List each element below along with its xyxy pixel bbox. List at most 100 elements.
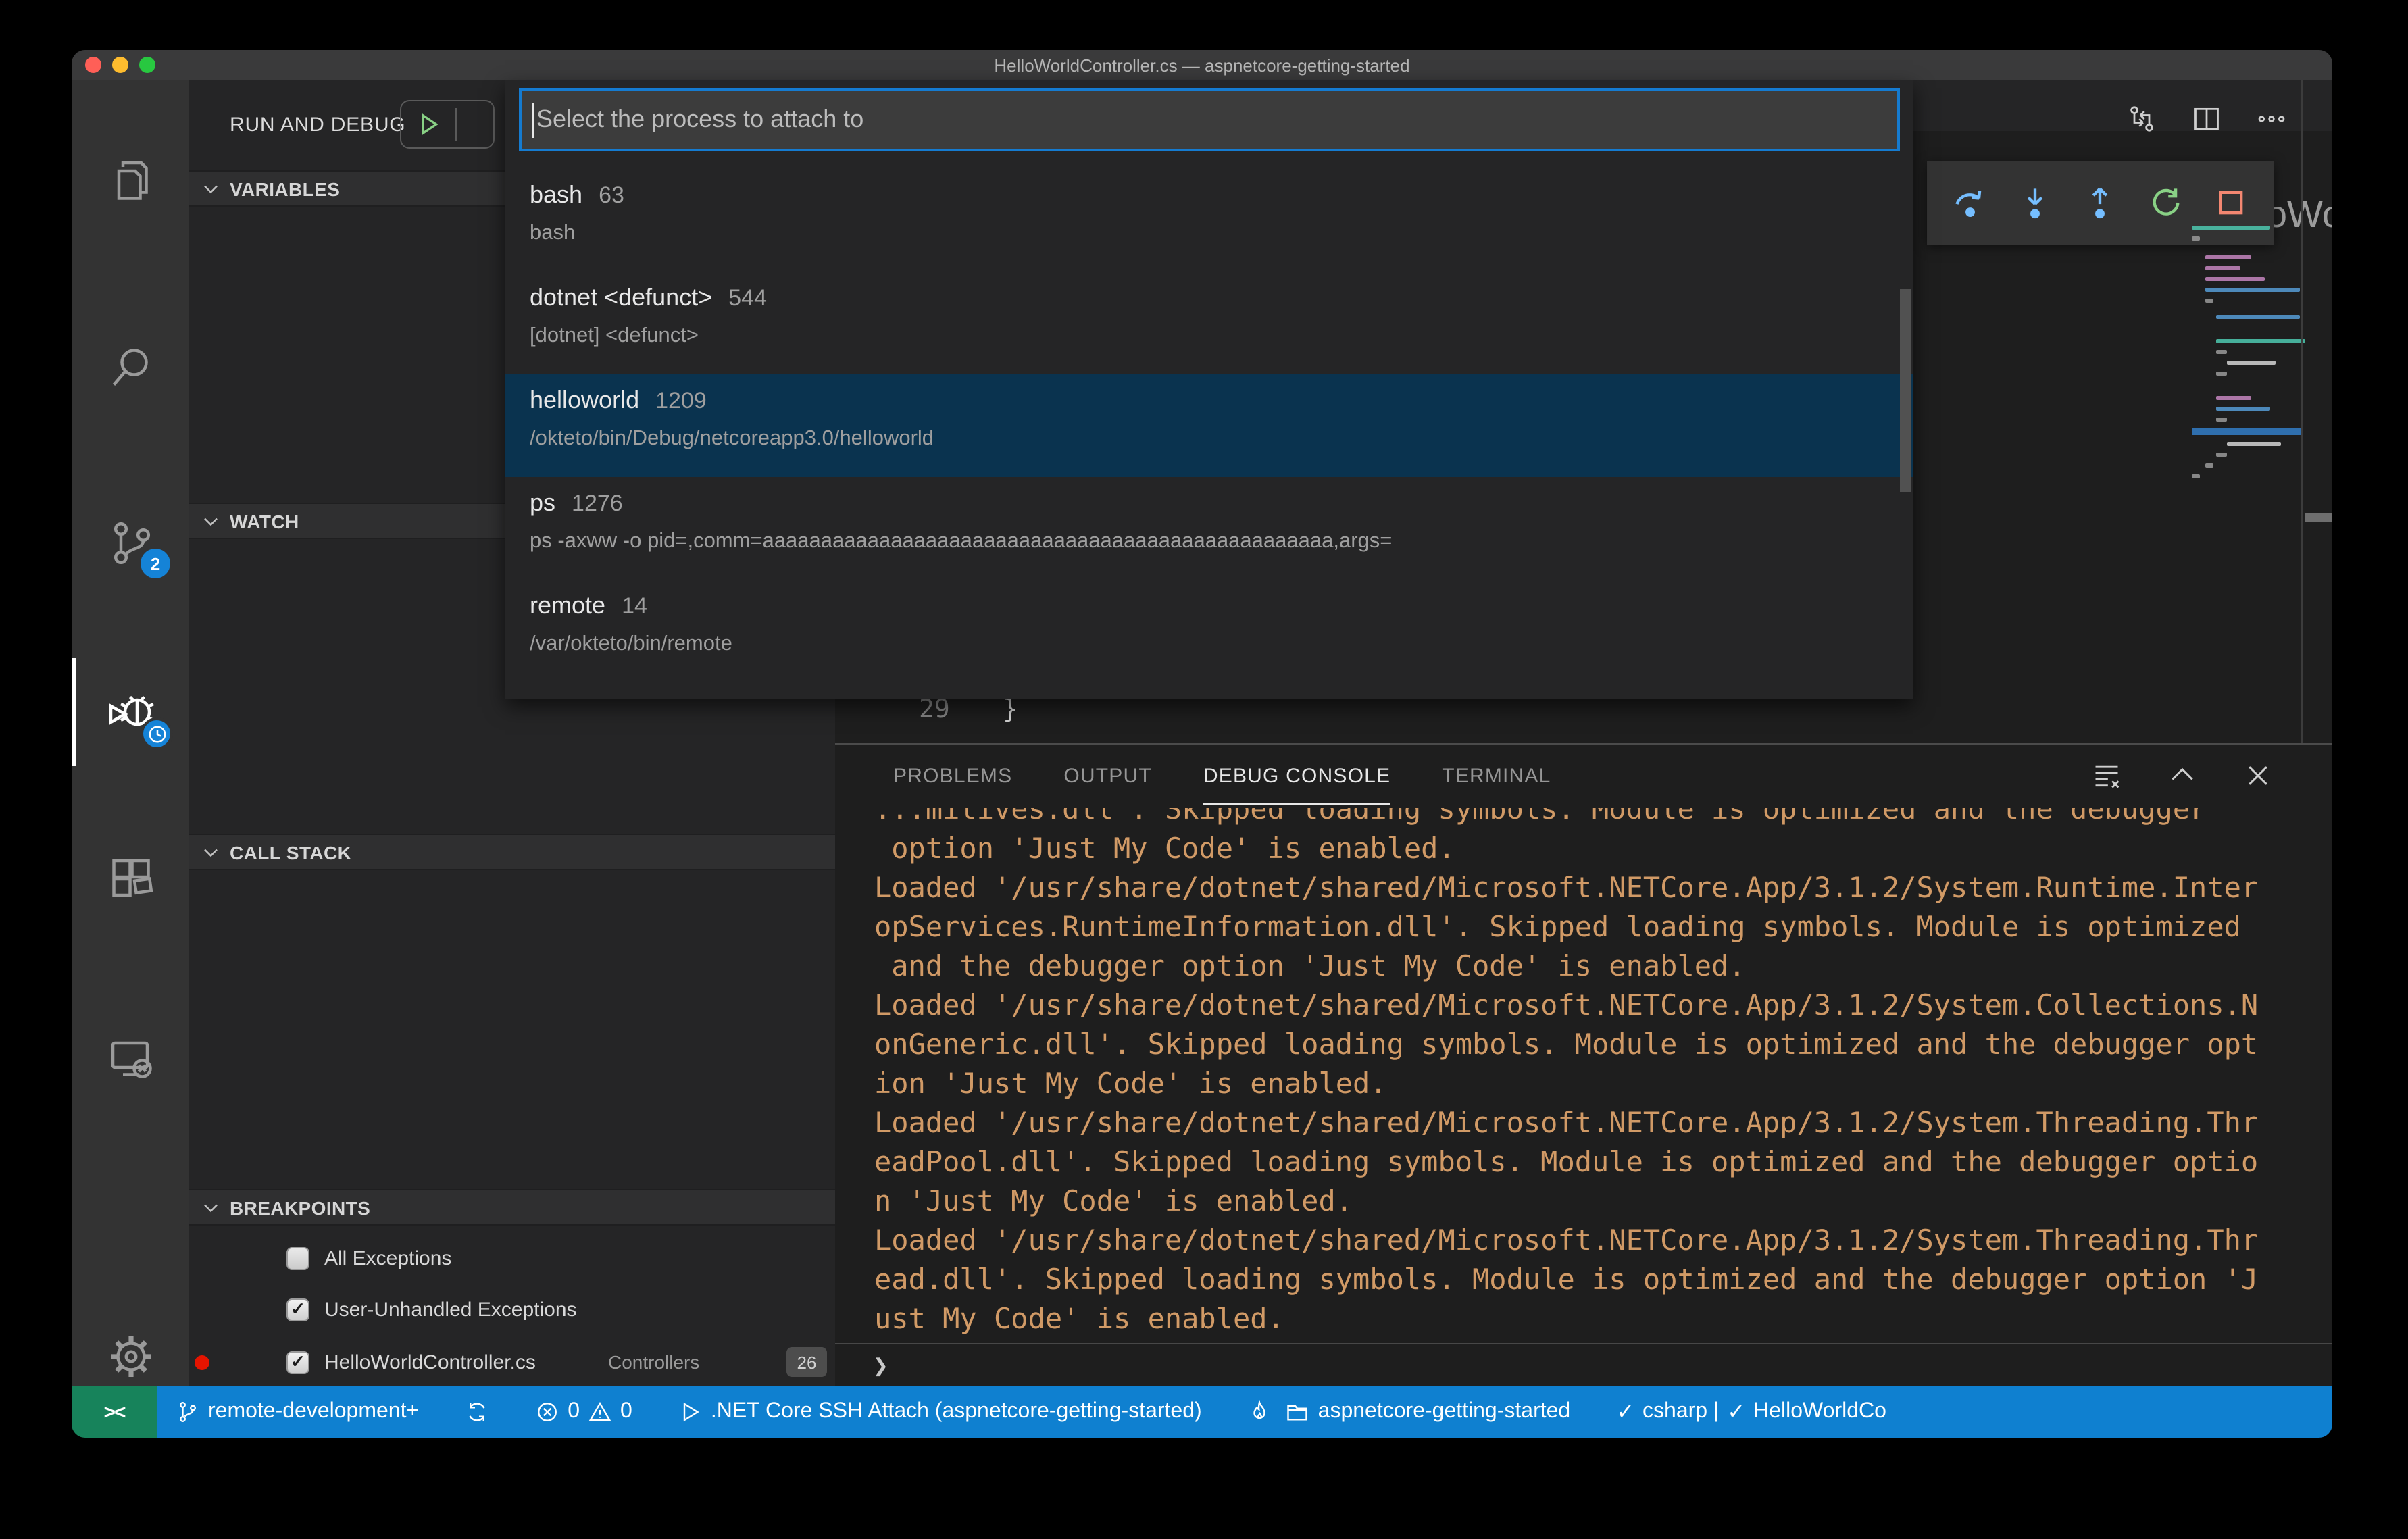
flame-icon	[1253, 1400, 1266, 1419]
chevron-down-icon	[204, 517, 218, 526]
debug-session-status-item[interactable]: .NET Core SSH Attach (aspnetcore-getting…	[678, 1400, 1202, 1424]
process-description: [dotnet] <defunct>	[530, 324, 699, 347]
editor-title-actions	[2127, 104, 2286, 134]
section-call-stack[interactable]: CALL STACK	[189, 834, 835, 870]
warning-count: 0	[620, 1400, 632, 1423]
breakpoint-location: Controllers	[608, 1351, 700, 1373]
step-over-button[interactable]	[1953, 185, 1988, 220]
maximize-panel-icon[interactable]	[2167, 761, 2197, 790]
breakpoint-row-helloworldcontroller[interactable]: ✓ HelloWorldController.cs Controllers 26	[189, 1340, 835, 1384]
breakpoint-row-user-unhandled[interactable]: ✓ User-Unhandled Exceptions	[189, 1288, 835, 1331]
debug-console-output[interactable]: ...mitives.dll'. Skipped loading symbols…	[835, 808, 2332, 1338]
console-line: ion 'Just My Code' is enabled.	[874, 1067, 1387, 1100]
process-name: bash	[530, 181, 583, 208]
checkbox-unchecked[interactable]	[286, 1246, 309, 1269]
bottom-panel: PROBLEMS OUTPUT DEBUG CONSOLE TERMINAL .…	[835, 743, 2332, 1386]
close-panel-icon[interactable]	[2243, 761, 2273, 790]
tab-problems[interactable]: PROBLEMS	[893, 745, 1012, 808]
process-name: dotnet <defunct>	[530, 284, 713, 311]
section-label: CALL STACK	[230, 841, 352, 863]
start-debugging-button[interactable]	[400, 100, 495, 149]
console-line: ead.dll'. Skipped loading symbols. Modul…	[874, 1263, 2259, 1296]
process-pid: 544	[728, 285, 767, 311]
process-item-ps[interactable]: ps 1276 ps -axww -o pid=,comm=aaaaaaaaaaa…	[505, 477, 1913, 580]
process-item-dotnet[interactable]: dotnet <defunct> 544 [dotnet] <defunct>	[505, 272, 1913, 374]
screen: HelloWorldController.cs — aspnetcore-get…	[0, 0, 2408, 1539]
breakpoint-dot	[195, 1355, 209, 1369]
clear-console-icon[interactable]	[2092, 761, 2122, 790]
sidebar-item-search[interactable]	[72, 313, 189, 422]
process-pid: 14	[622, 593, 647, 619]
folder-name: aspnetcore-getting-started	[1318, 1400, 1571, 1423]
minimap[interactable]	[2192, 226, 2305, 604]
chevron-down-icon	[204, 184, 218, 193]
checkbox-checked[interactable]: ✓	[286, 1298, 309, 1321]
scm-badge: 2	[141, 549, 170, 578]
line-number: 29	[919, 695, 950, 724]
tab-output[interactable]: OUTPUT	[1063, 745, 1152, 808]
process-description: /okteto/bin/Debug/netcoreapp3.0/hellowor…	[530, 427, 934, 450]
breakpoint-row-all-exceptions[interactable]: All Exceptions	[189, 1236, 835, 1280]
process-item-helloworld[interactable]: helloworld 1209 /okteto/bin/Debug/netcore…	[505, 374, 1913, 477]
breakpoint-label: User-Unhandled Exceptions	[324, 1298, 577, 1321]
step-out-button[interactable]	[2083, 185, 2118, 220]
errors-icon	[538, 1403, 557, 1421]
process-name: remote	[530, 592, 606, 619]
debug-console-input[interactable]: ❯	[835, 1343, 2332, 1386]
problems-status-item[interactable]: 0 0	[535, 1400, 632, 1424]
process-name: ps	[530, 489, 556, 516]
process-item-remote[interactable]: remote 14 /var/okteto/bin/remote	[505, 580, 1913, 682]
sidebar-item-extensions[interactable]	[72, 823, 189, 931]
restart-button[interactable]	[2148, 185, 2183, 220]
process-item-bash[interactable]: bash 63 bash	[505, 169, 1913, 272]
debug-play-icon	[683, 1402, 699, 1422]
debug-pending-clock-badge	[141, 717, 173, 750]
process-pid: 1276	[572, 490, 623, 516]
sync-icon	[469, 1403, 485, 1421]
language-status-item[interactable]: ✓ csharp | ✓ HelloWorldCo	[1616, 1398, 1886, 1426]
debug-session-label: .NET Core SSH Attach (aspnetcore-getting…	[710, 1400, 1202, 1423]
process-description: /var/okteto/bin/remote	[530, 632, 732, 655]
console-line: opServices.RuntimeInformation.dll'. Skip…	[874, 911, 2241, 943]
checkbox-checked[interactable]: ✓	[286, 1351, 309, 1373]
section-label: BREAKPOINTS	[230, 1196, 371, 1218]
split-editor-icon[interactable]	[2192, 104, 2222, 134]
console-line: eadPool.dll'. Skipped loading symbols. M…	[874, 1146, 2259, 1178]
quickpick-scrollbar[interactable]	[1900, 289, 1911, 492]
scrollbar-thumb[interactable]	[2305, 513, 2332, 522]
tab-terminal[interactable]: TERMINAL	[1442, 745, 1551, 808]
editor-visible-line[interactable]: 29 }	[835, 695, 2332, 735]
section-breakpoints[interactable]: BREAKPOINTS	[189, 1189, 835, 1226]
process-pid: 1209	[655, 388, 707, 413]
quickpick-input[interactable]: Select the process to attach to	[519, 88, 1900, 151]
search-icon	[111, 349, 147, 386]
explorer-icon	[116, 161, 147, 200]
language-label: csharp |	[1642, 1400, 1720, 1423]
step-into-button[interactable]	[2018, 185, 2053, 220]
line-text: }	[1003, 695, 1018, 724]
vscode-window: HelloWorldController.cs — aspnetcore-get…	[72, 50, 2332, 1438]
console-prompt-icon: ❯	[873, 1351, 888, 1381]
panel-actions	[2092, 761, 2273, 790]
stop-button[interactable]	[2213, 185, 2249, 220]
sidebar-item-source-control[interactable]: 2	[72, 489, 189, 597]
console-line: option 'Just My Code' is enabled.	[874, 832, 1455, 865]
open-changes-icon[interactable]	[2127, 104, 2157, 134]
tab-debug-console[interactable]: DEBUG CONSOLE	[1203, 745, 1390, 808]
sidebar-item-remote-explorer[interactable]	[72, 1005, 189, 1113]
chevron-down-icon	[204, 1203, 218, 1212]
sync-status-item[interactable]	[465, 1400, 489, 1424]
folder-status-item[interactable]: aspnetcore-getting-started	[1286, 1400, 1571, 1424]
more-actions-icon[interactable]	[2257, 104, 2286, 134]
branch-name: remote-development+	[208, 1400, 420, 1423]
console-line: onGeneric.dll'. Skipped loading symbols.…	[874, 1028, 2259, 1061]
sidebar-item-run-and-debug[interactable]	[72, 658, 189, 766]
settings-gear-button[interactable]	[72, 1303, 189, 1411]
process-pid: 63	[599, 182, 624, 208]
branch-status-item[interactable]: remote-development+	[176, 1400, 419, 1424]
error-count: 0	[568, 1400, 580, 1423]
section-label: VARIABLES	[230, 178, 341, 199]
sidebar-item-explorer[interactable]	[72, 127, 189, 235]
status-bar: >< remote-development+ 0 0 .NET Core SSH…	[72, 1386, 2332, 1438]
okteto-status-item[interactable]	[1248, 1400, 1272, 1424]
